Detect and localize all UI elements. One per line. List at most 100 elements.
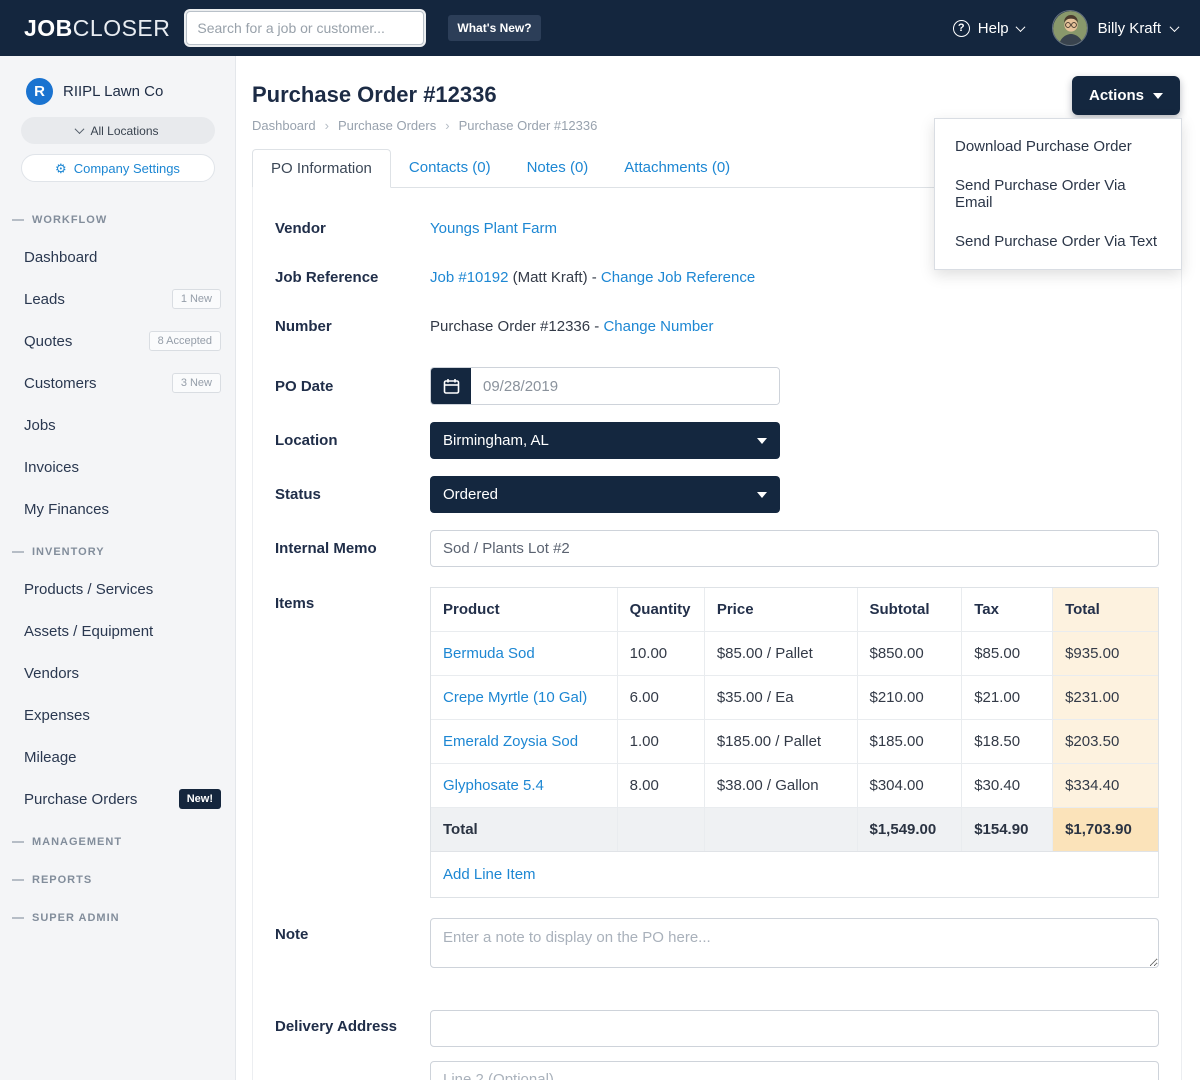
product-link[interactable]: Glyphosate 5.4 bbox=[443, 777, 544, 794]
change-number-link[interactable]: Change Number bbox=[603, 318, 713, 335]
total-cell: $231.00 bbox=[1053, 676, 1158, 720]
status-label: Status bbox=[275, 486, 430, 503]
global-search-input[interactable] bbox=[186, 11, 424, 45]
menu-item-send-po-email[interactable]: Send Purchase Order Via Email bbox=[935, 166, 1181, 222]
calendar-button[interactable] bbox=[431, 368, 471, 404]
product-link[interactable]: Emerald Zoysia Sod bbox=[443, 733, 578, 750]
total-cell: $203.50 bbox=[1053, 720, 1158, 764]
total-cell: $935.00 bbox=[1053, 632, 1158, 676]
logo-text-light: CLOSER bbox=[73, 15, 171, 41]
help-icon: ? bbox=[953, 20, 970, 37]
col-total: Total bbox=[1053, 588, 1158, 632]
section-super-admin[interactable]: SUPER ADMIN bbox=[0, 896, 235, 934]
job-reference-label: Job Reference bbox=[275, 269, 430, 286]
caret-down-icon bbox=[1153, 93, 1163, 99]
section-label: WORKFLOW bbox=[32, 214, 107, 226]
footer-subtotal: $1,549.00 bbox=[857, 808, 962, 852]
number-row: Number Purchase Order #12336 - Change Nu… bbox=[275, 318, 1159, 335]
company-settings-label: Company Settings bbox=[74, 161, 180, 176]
subtotal-cell: $304.00 bbox=[857, 764, 962, 808]
product-link[interactable]: Bermuda Sod bbox=[443, 645, 535, 662]
whats-new-button[interactable]: What's New? bbox=[448, 15, 540, 41]
subtotal-cell: $850.00 bbox=[857, 632, 962, 676]
change-job-reference-link[interactable]: Change Job Reference bbox=[601, 269, 755, 286]
note-textarea[interactable] bbox=[430, 918, 1159, 968]
add-line-item-link[interactable]: Add Line Item bbox=[443, 866, 536, 883]
tax-cell: $18.50 bbox=[962, 720, 1053, 764]
empty-cell bbox=[617, 808, 704, 852]
delivery-address-line2-input[interactable] bbox=[430, 1061, 1159, 1080]
location-selected-value: Birmingham, AL bbox=[443, 432, 549, 449]
section-inventory[interactable]: INVENTORY bbox=[0, 530, 235, 568]
sidebar-item-label: Dashboard bbox=[24, 249, 97, 266]
quantity-cell: 10.00 bbox=[617, 632, 704, 676]
subtotal-cell: $210.00 bbox=[857, 676, 962, 720]
user-menu[interactable]: Billy Kraft bbox=[1052, 10, 1178, 46]
actions-button[interactable]: Actions bbox=[1072, 76, 1180, 115]
col-subtotal: Subtotal bbox=[857, 588, 962, 632]
menu-item-download-po[interactable]: Download Purchase Order bbox=[935, 127, 1181, 166]
po-date-label: PO Date bbox=[275, 378, 430, 395]
sidebar-item-expenses[interactable]: Expenses bbox=[0, 694, 235, 736]
topbar: JOBCLOSER What's New? ? Help Billy Kraft bbox=[0, 0, 1200, 56]
breadcrumb-current: Purchase Order #12336 bbox=[459, 118, 598, 133]
main-content: Purchase Order #12336 Dashboard › Purcha… bbox=[236, 56, 1200, 1080]
table-row: Bermuda Sod 10.00 $85.00 / Pallet $850.0… bbox=[431, 632, 1158, 676]
sidebar-item-dashboard[interactable]: Dashboard bbox=[0, 236, 235, 278]
tab-notes[interactable]: Notes (0) bbox=[509, 149, 607, 187]
sidebar-item-label: Jobs bbox=[24, 417, 56, 434]
sidebar-item-purchase-orders[interactable]: Purchase Orders New! bbox=[0, 778, 235, 820]
sidebar-item-mileage[interactable]: Mileage bbox=[0, 736, 235, 778]
logo-text-bold: JOB bbox=[24, 15, 73, 41]
location-row: Location Birmingham, AL bbox=[275, 422, 1159, 459]
location-label: Location bbox=[275, 432, 430, 449]
job-reference-link[interactable]: Job #10192 bbox=[430, 269, 508, 286]
footer-grand-total: $1,703.90 bbox=[1053, 808, 1158, 852]
caret-down-icon bbox=[757, 438, 767, 444]
status-select[interactable]: Ordered bbox=[430, 476, 780, 513]
all-locations-dropdown[interactable]: All Locations bbox=[21, 117, 215, 144]
product-link[interactable]: Crepe Myrtle (10 Gal) bbox=[443, 689, 587, 706]
tab-attachments[interactable]: Attachments (0) bbox=[606, 149, 748, 187]
sidebar-item-invoices[interactable]: Invoices bbox=[0, 446, 235, 488]
status-row: Status Ordered bbox=[275, 476, 1159, 513]
calendar-icon bbox=[443, 378, 460, 395]
help-menu[interactable]: ? Help bbox=[953, 20, 1024, 37]
company-settings-button[interactable]: ⚙ Company Settings bbox=[21, 154, 215, 182]
po-date-row: PO Date bbox=[275, 367, 1159, 405]
table-row: Crepe Myrtle (10 Gal) 6.00 $35.00 / Ea $… bbox=[431, 676, 1158, 720]
menu-item-send-po-text[interactable]: Send Purchase Order Via Text bbox=[935, 222, 1181, 261]
sidebar-item-jobs[interactable]: Jobs bbox=[0, 404, 235, 446]
location-select[interactable]: Birmingham, AL bbox=[430, 422, 780, 459]
items-table: Product Quantity Price Subtotal Tax Tota… bbox=[430, 587, 1159, 898]
section-dash-icon bbox=[12, 219, 24, 221]
vendor-link[interactable]: Youngs Plant Farm bbox=[430, 220, 557, 237]
help-label: Help bbox=[978, 20, 1009, 37]
sidebar-item-vendors[interactable]: Vendors bbox=[0, 652, 235, 694]
sidebar-item-customers[interactable]: Customers3 New bbox=[0, 362, 235, 404]
breadcrumb-dashboard[interactable]: Dashboard bbox=[252, 118, 316, 133]
purchase-orders-new-badge: New! bbox=[179, 789, 221, 809]
breadcrumb-purchase-orders[interactable]: Purchase Orders bbox=[338, 118, 436, 133]
tab-po-information[interactable]: PO Information bbox=[252, 149, 391, 188]
job-reference-row: Job Reference Job #10192 (Matt Kraft) - … bbox=[275, 269, 1159, 286]
sidebar-item-label: Purchase Orders bbox=[24, 791, 137, 808]
delivery-address-label: Delivery Address bbox=[275, 1010, 430, 1035]
sidebar-item-products-services[interactable]: Products / Services bbox=[0, 568, 235, 610]
sidebar-item-leads[interactable]: Leads1 New bbox=[0, 278, 235, 320]
po-date-input[interactable] bbox=[471, 368, 779, 404]
sidebar-item-label: My Finances bbox=[24, 501, 109, 518]
job-reference-customer: (Matt Kraft) - bbox=[513, 269, 597, 286]
section-dash-icon bbox=[12, 917, 24, 919]
section-management[interactable]: MANAGEMENT bbox=[0, 820, 235, 858]
empty-cell bbox=[704, 808, 857, 852]
section-workflow[interactable]: WORKFLOW bbox=[0, 198, 235, 236]
delivery-address-line1-input[interactable] bbox=[430, 1010, 1159, 1047]
internal-memo-input[interactable] bbox=[430, 530, 1159, 567]
section-reports[interactable]: REPORTS bbox=[0, 858, 235, 896]
gear-icon: ⚙ bbox=[55, 162, 67, 175]
sidebar-item-assets-equipment[interactable]: Assets / Equipment bbox=[0, 610, 235, 652]
sidebar-item-quotes[interactable]: Quotes8 Accepted bbox=[0, 320, 235, 362]
sidebar-item-my-finances[interactable]: My Finances bbox=[0, 488, 235, 530]
tab-contacts[interactable]: Contacts (0) bbox=[391, 149, 509, 187]
